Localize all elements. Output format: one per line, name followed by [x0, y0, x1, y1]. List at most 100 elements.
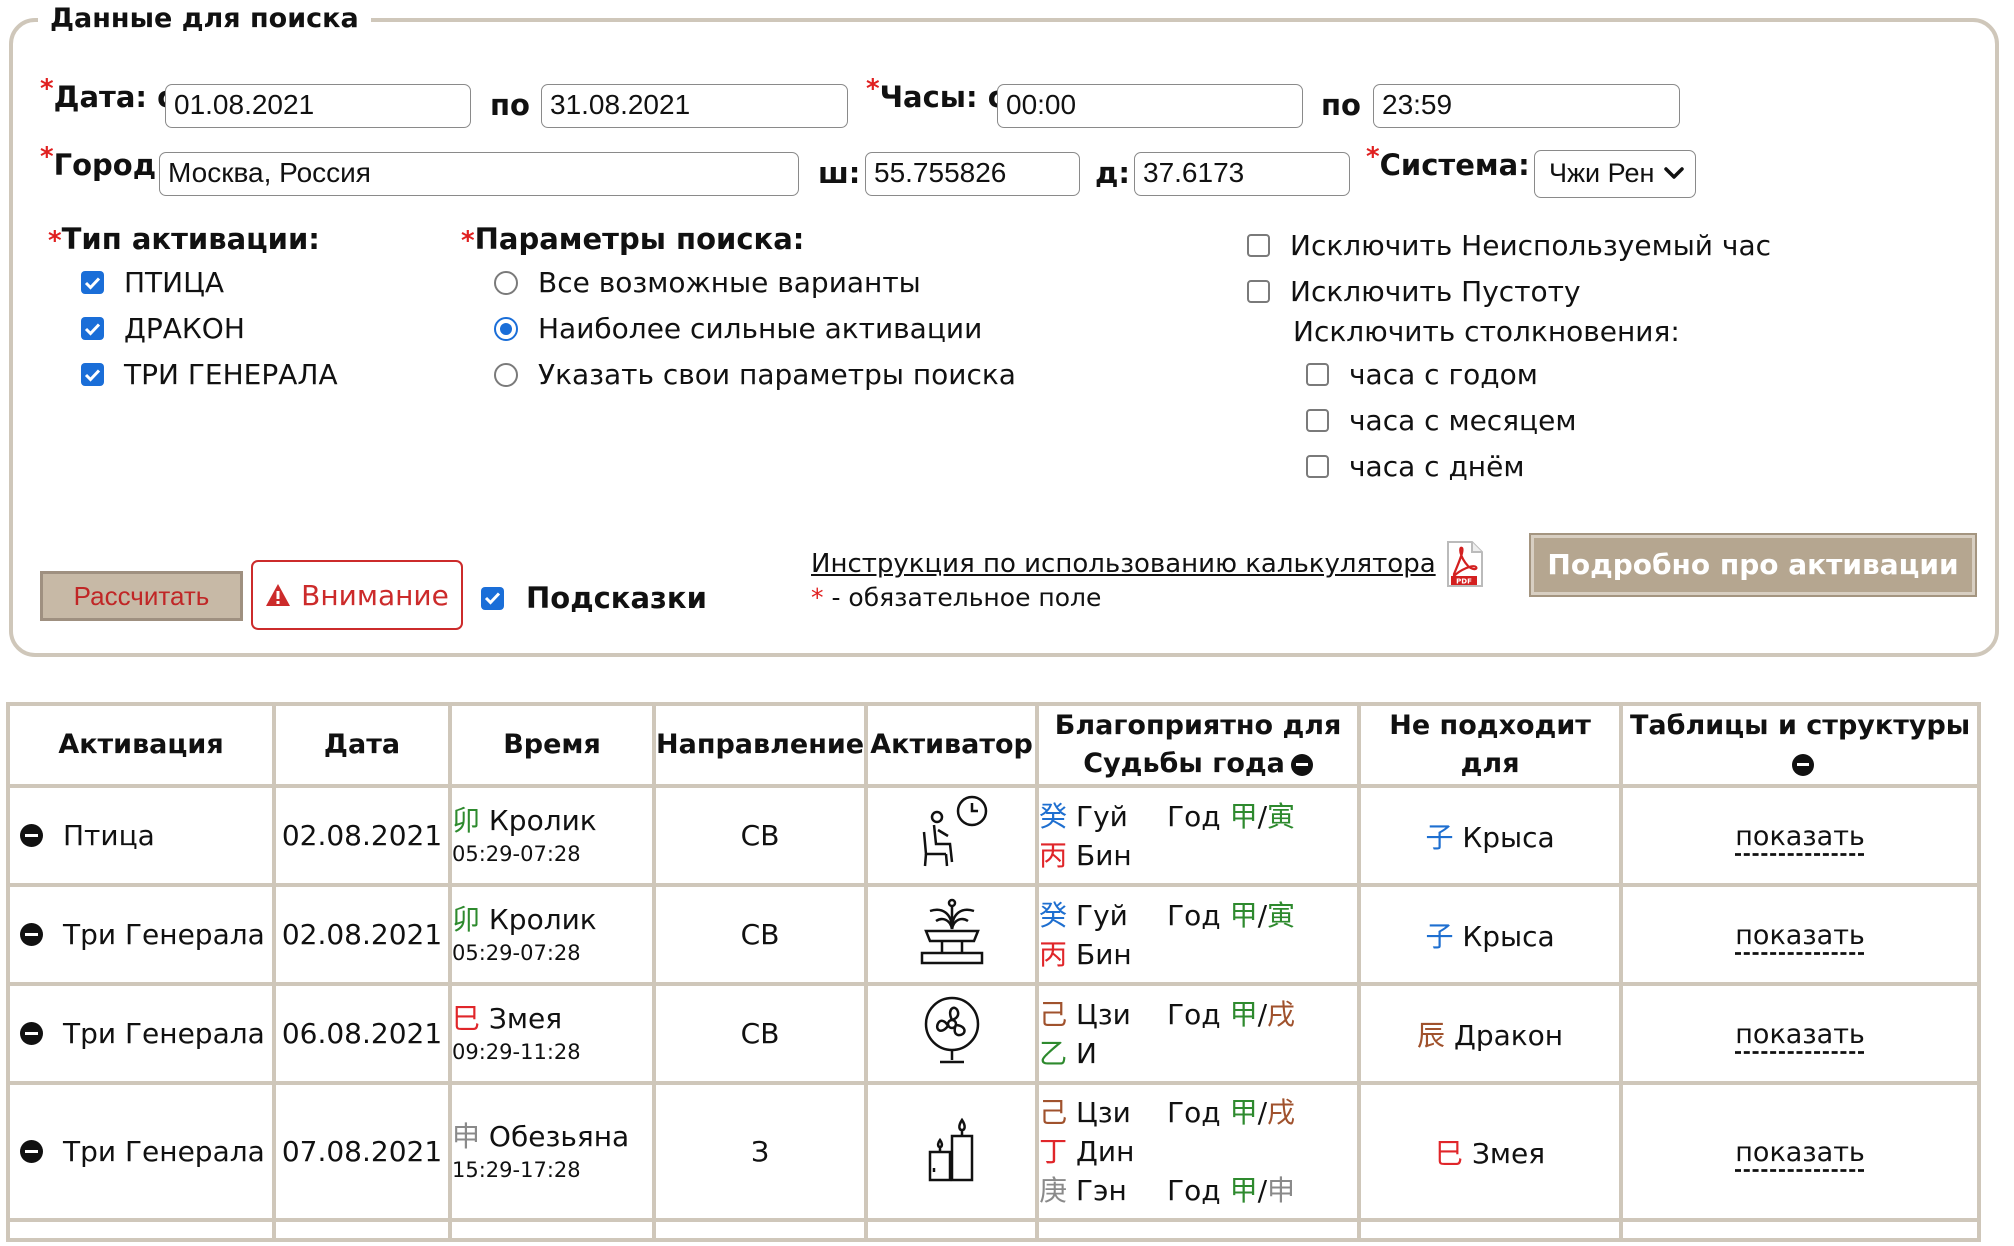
search-param-strongest[interactable]: Наиболее сильные активации — [494, 312, 982, 345]
lat-input[interactable]: 55.755826 — [865, 152, 1080, 196]
checkbox-checked[interactable] — [81, 363, 104, 386]
date-to-label: по — [490, 88, 530, 122]
checkbox-checked[interactable] — [81, 271, 104, 294]
header-unsuitable: Не подходит для — [1357, 702, 1624, 788]
radio-selected[interactable] — [494, 316, 518, 341]
city-input[interactable]: Москва, Россия — [159, 152, 799, 196]
collapse-icon[interactable] — [20, 1140, 43, 1163]
city-label: *Город: — [40, 142, 168, 182]
header-activator: Активатор — [864, 702, 1040, 788]
header-tables: Таблицы и структуры — [1619, 702, 1982, 788]
row-direction: СВ — [651, 982, 869, 1085]
system-select[interactable]: Чжи Рен — [1534, 150, 1696, 198]
time-range: 09:29-11:28 — [452, 1039, 581, 1064]
instruction-link[interactable]: Инструкция по использованию калькулятора — [811, 549, 1436, 579]
hours-to-input[interactable]: 23:59 — [1373, 84, 1680, 128]
collapse-icon[interactable] — [20, 923, 43, 946]
activation-name: Птица — [63, 819, 155, 852]
system-label: *Система: — [1366, 142, 1530, 182]
collapse-icon[interactable] — [1290, 753, 1313, 776]
radio-unselected[interactable] — [494, 362, 518, 387]
clash-hour-day[interactable]: часа с днём — [1306, 450, 1524, 483]
lon-input[interactable]: 37.6173 — [1134, 152, 1350, 196]
activations-details-button[interactable]: Подробно про активации — [1529, 533, 1977, 597]
checkbox-unchecked[interactable] — [1306, 409, 1329, 432]
search-form-legend: Данные для поиска — [38, 0, 371, 38]
checkbox-checked[interactable] — [81, 317, 104, 340]
lon-label: д: — [1095, 156, 1131, 190]
collapse-icon[interactable] — [20, 1022, 43, 1045]
header-favorable: Благоприятно для Судьбы года — [1035, 702, 1362, 788]
fountain-icon — [920, 898, 983, 965]
activation-name: Три Генерала — [63, 918, 265, 951]
results-table: Активация Дата Время Направление Активат… — [6, 702, 1982, 1242]
checkbox-unchecked[interactable] — [1306, 455, 1329, 478]
search-params-label: *Параметры поиска: — [461, 222, 805, 256]
activation-name: Три Генерала — [63, 1017, 265, 1050]
show-link[interactable]: показать — [1735, 1019, 1865, 1050]
person-sitting-clock-icon — [922, 795, 987, 867]
svg-text:PDF: PDF — [1456, 578, 1472, 586]
checkbox-unchecked[interactable] — [1247, 234, 1270, 257]
checkbox-unchecked[interactable] — [1247, 280, 1270, 303]
show-link[interactable]: показать — [1735, 920, 1865, 951]
search-param-all[interactable]: Все возможные варианты — [494, 266, 921, 299]
exclude-void[interactable]: Исключить Пустоту — [1247, 275, 1581, 308]
warning-button[interactable]: Внимание — [251, 560, 463, 630]
collapse-icon[interactable] — [1792, 753, 1815, 776]
show-link[interactable]: показать — [1735, 821, 1865, 852]
branch-glyph: 巳 — [452, 1001, 481, 1035]
date-from-label: *Дата: с — [40, 74, 175, 114]
table-row: Три Генерала 02.08.2021 卯 Кролик 05:29-0… — [6, 883, 1982, 986]
exclude-clashes-label: Исключить столкновения: — [1293, 315, 1680, 348]
clash-hour-month[interactable]: часа с месяцем — [1306, 404, 1576, 437]
activation-type-label: *Тип активации: — [48, 222, 320, 256]
table-row: Три Генерала 07.08.2021 申 Обезьяна 15:29… — [6, 1081, 1982, 1222]
checkbox-unchecked[interactable] — [1306, 363, 1329, 386]
branch-glyph: 申 — [452, 1119, 481, 1153]
activation-type-dragon[interactable]: ДРАКОН — [81, 312, 245, 345]
hours-to-label: по — [1321, 88, 1361, 122]
header-date: Дата — [272, 702, 452, 788]
chevron-down-icon — [1664, 167, 1684, 179]
hours-from-input[interactable]: 00:00 — [997, 84, 1303, 128]
checkbox-checked[interactable] — [481, 586, 504, 610]
activation-type-bird[interactable]: ПТИЦА — [81, 266, 224, 299]
instruction-link-row[interactable]: Инструкция по использованию калькулятора… — [811, 540, 1486, 588]
time-range: 05:29-07:28 — [452, 841, 581, 866]
header-time: Время — [448, 702, 656, 788]
row-direction: СВ — [651, 784, 869, 887]
calculate-button[interactable]: Рассчитать — [40, 571, 243, 621]
row-date: 06.08.2021 — [272, 982, 452, 1085]
hints-toggle[interactable]: Подсказки — [481, 581, 707, 615]
warning-icon — [266, 584, 291, 606]
table-row: Птица 02.08.2021 卯 Кролик 05:29-07:28 СВ — [6, 784, 1982, 887]
activation-name: Три Генерала — [63, 1135, 265, 1168]
exclude-unused-hour[interactable]: Исключить Неиспользуемый час — [1247, 229, 1771, 262]
table-row: Три Генерала 06.08.2021 巳 Змея 09:29-11:… — [6, 982, 1982, 1085]
row-date: 07.08.2021 — [272, 1081, 452, 1222]
branch-glyph: 卯 — [452, 803, 481, 837]
date-to-input[interactable]: 31.08.2021 — [541, 84, 848, 128]
row-date: 02.08.2021 — [272, 883, 452, 986]
page: Данные для поиска *Дата: с 01.08.2021 по… — [0, 0, 2014, 1246]
date-from-input[interactable]: 01.08.2021 — [165, 84, 471, 128]
clash-hour-year[interactable]: часа с годом — [1306, 358, 1538, 391]
candles-icon — [928, 1117, 973, 1182]
radio-unselected[interactable] — [494, 270, 518, 295]
lat-label: ш: — [818, 156, 861, 190]
activation-type-three-generals[interactable]: ТРИ ГЕНЕРАЛА — [81, 358, 338, 391]
table-row — [6, 1218, 1982, 1242]
row-direction: СВ — [651, 883, 869, 986]
row-date: 02.08.2021 — [272, 784, 452, 887]
branch-glyph: 卯 — [452, 902, 481, 936]
time-range: 15:29-17:28 — [452, 1157, 581, 1182]
pdf-icon[interactable]: PDF — [1442, 540, 1486, 588]
header-direction: Направление — [651, 702, 869, 788]
show-link[interactable]: показать — [1735, 1137, 1865, 1168]
search-param-custom[interactable]: Указать свои параметры поиска — [494, 358, 1016, 391]
collapse-icon[interactable] — [20, 824, 43, 847]
header-activation: Активация — [6, 702, 276, 788]
hours-from-label: *Часы: с — [866, 74, 1005, 114]
required-note: * - обязательное поле — [811, 583, 1102, 612]
